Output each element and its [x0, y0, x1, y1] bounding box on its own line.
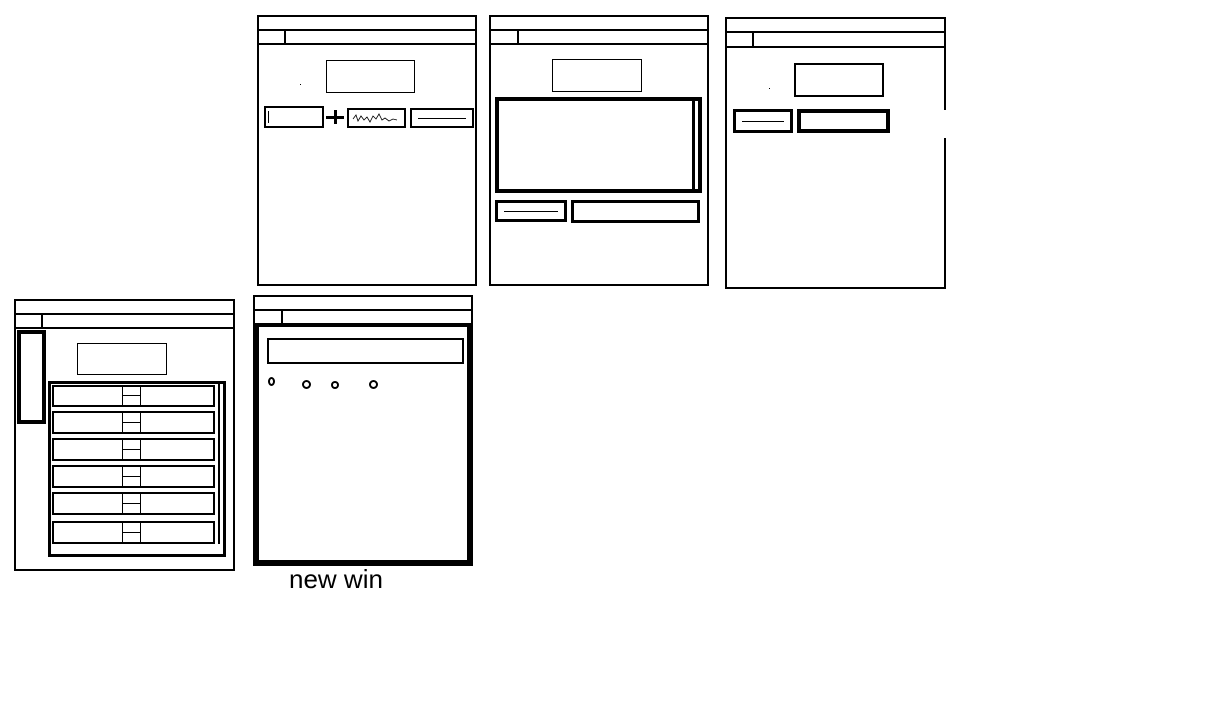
button-box[interactable] — [733, 109, 793, 133]
frame-gap — [939, 110, 947, 138]
row-divider-handle — [122, 440, 141, 459]
input-box[interactable] — [264, 106, 324, 128]
row-divider-handle — [122, 467, 141, 486]
list-row[interactable] — [52, 521, 215, 544]
tab-strip — [727, 33, 944, 48]
tab[interactable] — [727, 33, 754, 48]
window-caption: new win — [289, 564, 383, 594]
title-bar — [259, 17, 475, 31]
tab[interactable] — [491, 31, 519, 45]
button-line — [504, 211, 558, 212]
list-row[interactable] — [52, 385, 215, 407]
title-bar — [255, 297, 471, 311]
list-row[interactable] — [52, 411, 215, 434]
input-bar[interactable] — [267, 338, 464, 364]
list-scrollbar[interactable] — [218, 384, 223, 544]
sketch-window-5 — [253, 295, 473, 566]
list-row[interactable] — [52, 438, 215, 461]
tab[interactable] — [16, 315, 43, 329]
wide-field[interactable] — [571, 200, 700, 223]
tab-strip — [259, 31, 475, 45]
radio-option[interactable] — [331, 381, 339, 389]
row-divider-handle — [122, 387, 141, 405]
text-area[interactable] — [495, 97, 702, 193]
field-box[interactable] — [797, 109, 890, 133]
scribbled-field[interactable] — [347, 108, 406, 128]
button-box[interactable] — [410, 108, 474, 128]
sketch-window-4 — [14, 299, 235, 571]
title-box — [552, 59, 642, 92]
tab[interactable] — [259, 31, 286, 45]
sketch-mark — [769, 88, 770, 89]
sketch-window-1 — [257, 15, 477, 286]
sketch-window-2 — [489, 15, 709, 286]
list-row[interactable] — [52, 492, 215, 515]
title-box — [77, 343, 167, 375]
radio-option[interactable] — [369, 380, 378, 389]
sketch-mark — [300, 84, 301, 85]
tab-strip — [491, 31, 707, 45]
list-panel — [48, 381, 226, 557]
new-window-frame — [255, 323, 471, 564]
title-bar — [16, 301, 233, 315]
text-area-scrollbar[interactable] — [692, 101, 698, 189]
row-divider-handle — [122, 523, 141, 542]
row-divider-handle — [122, 494, 141, 513]
sketch-window-3 — [725, 17, 947, 289]
scribble-mark — [352, 113, 398, 123]
title-bar — [727, 19, 944, 33]
list-row[interactable] — [52, 465, 215, 488]
title-box — [326, 60, 415, 93]
title-bar — [491, 17, 707, 31]
side-panel[interactable] — [17, 330, 46, 424]
radio-option[interactable] — [302, 380, 311, 389]
button-line — [418, 118, 466, 119]
tab-strip — [16, 315, 233, 329]
title-box — [794, 63, 884, 97]
plus-connector-vertical — [334, 110, 337, 124]
row-divider-handle — [122, 413, 141, 432]
text-cursor — [268, 111, 269, 123]
radio-option[interactable] — [268, 377, 275, 386]
button-box[interactable] — [495, 200, 567, 222]
button-line — [742, 121, 784, 122]
